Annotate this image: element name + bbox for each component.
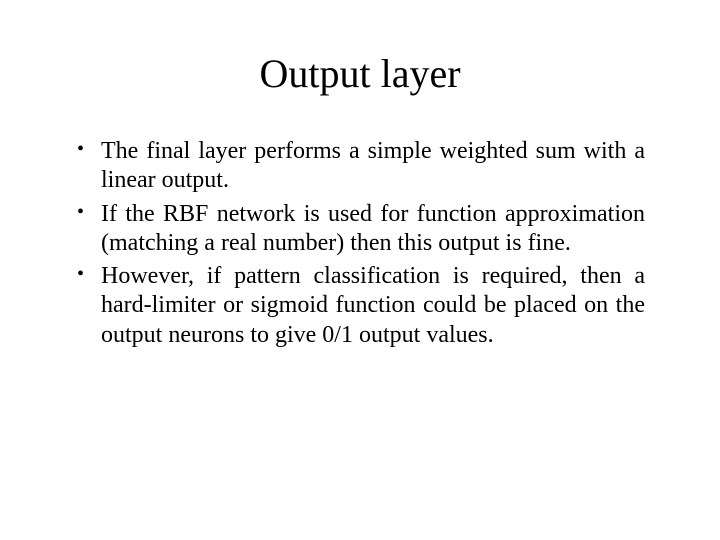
slide-title: Output layer <box>75 50 645 97</box>
list-item: If the RBF network is used for function … <box>75 200 645 259</box>
slide: Output layer The final layer performs a … <box>0 0 720 540</box>
bullet-list: The final layer performs a simple weight… <box>75 137 645 350</box>
list-item: The final layer performs a simple weight… <box>75 137 645 196</box>
list-item: However, if pattern classification is re… <box>75 262 645 350</box>
